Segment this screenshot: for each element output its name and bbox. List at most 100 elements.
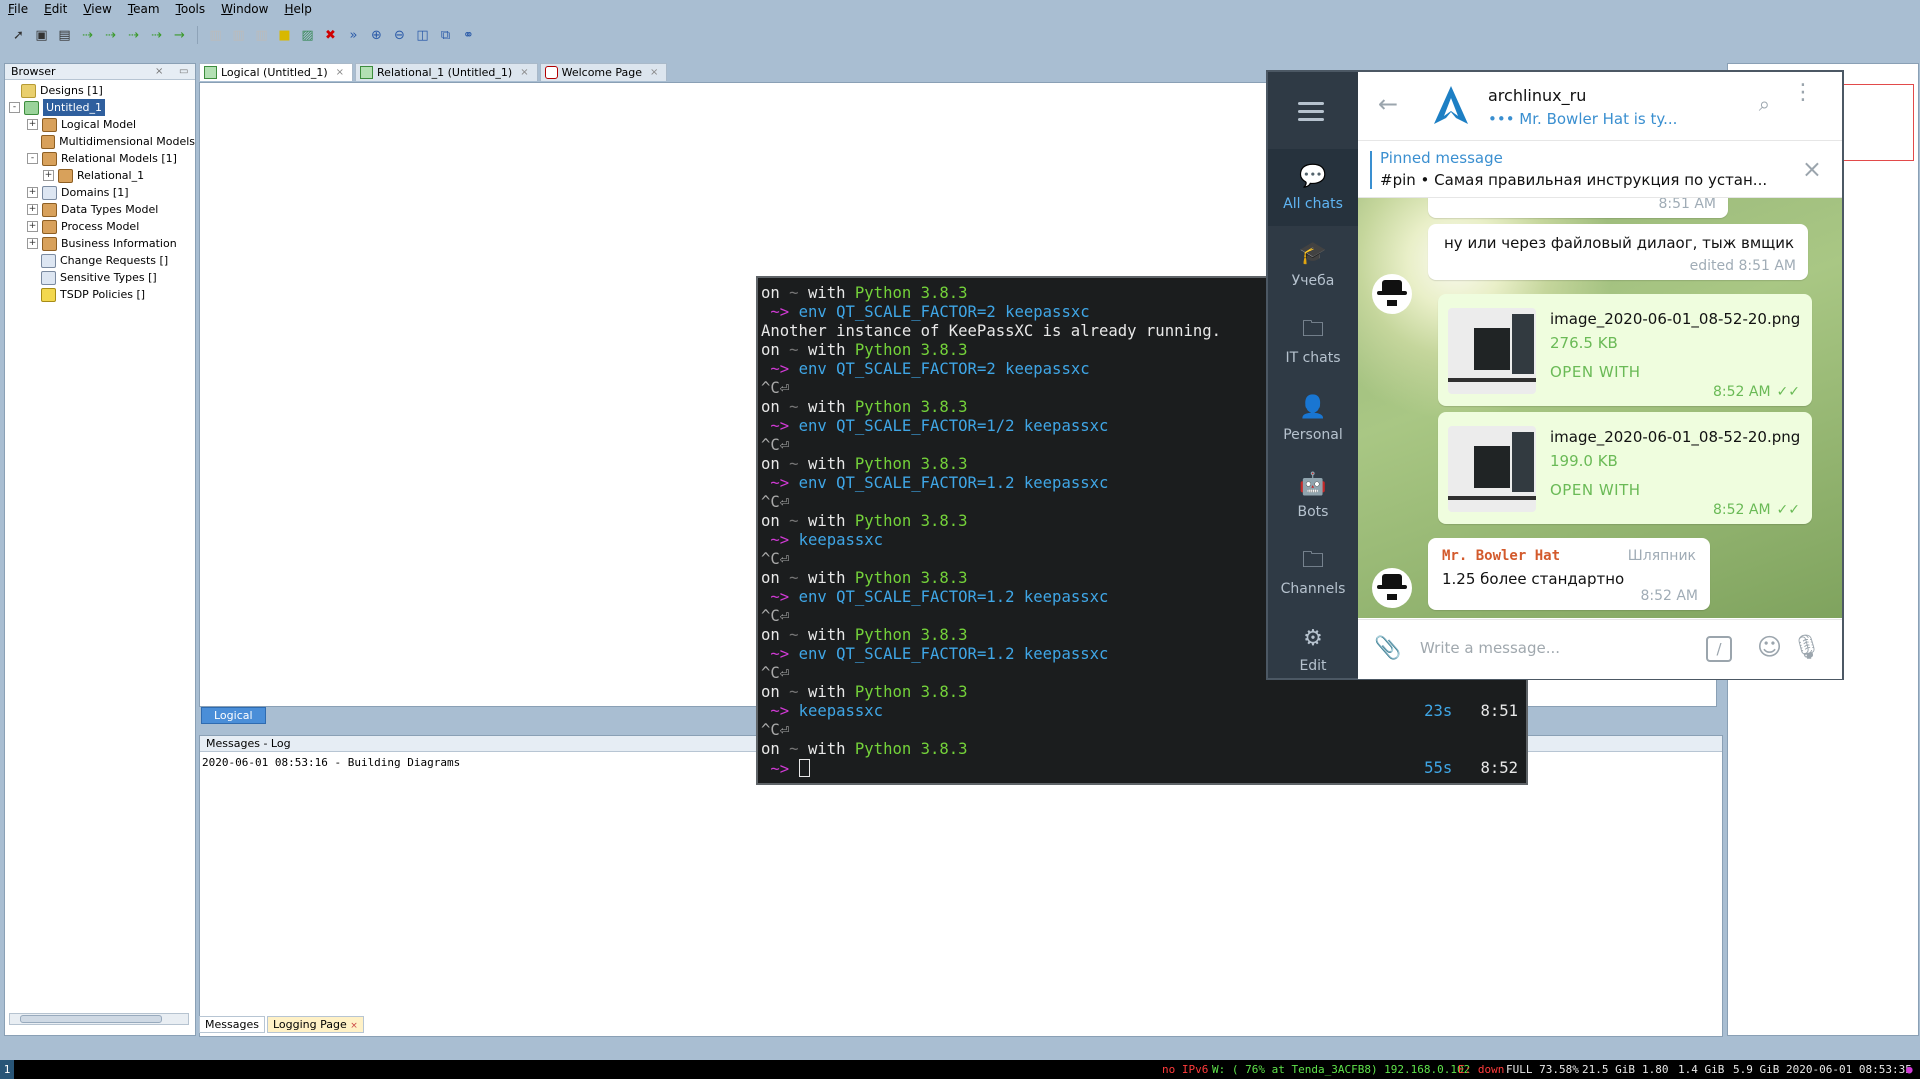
expand-icon[interactable]: + xyxy=(27,204,38,215)
menu-edit[interactable]: Edit xyxy=(36,0,75,18)
menu-team[interactable]: Team xyxy=(120,0,168,18)
expand-icon[interactable]: + xyxy=(27,119,38,130)
entity-icon[interactable]: ▣ xyxy=(33,27,50,44)
arrow-icon[interactable]: → xyxy=(171,27,188,44)
tab-messages[interactable]: Messages xyxy=(199,1016,265,1033)
file-thumbnail[interactable] xyxy=(1448,426,1536,512)
more-vert-icon[interactable]: ⋮ xyxy=(1792,82,1814,104)
microphone-icon[interactable]: 🎙 xyxy=(1792,633,1822,661)
back-arrow-icon[interactable]: ← xyxy=(1378,90,1398,118)
open-with-link[interactable]: OPEN WITH xyxy=(1550,481,1641,499)
tray-icon[interactable]: ● xyxy=(1906,1060,1913,1079)
zoom-in-icon[interactable]: ⊕ xyxy=(368,27,385,44)
folder-tab[interactable]: ⚙ Edit xyxy=(1268,611,1358,688)
tree-item[interactable]: + Process Model xyxy=(5,218,195,235)
chat-header: ← archlinux_ru ••• Mr. Bowler Hat is ty.… xyxy=(1358,72,1842,141)
tree-item[interactable]: TSDP Policies [] xyxy=(5,286,195,303)
folder-tab[interactable]: 👤 Personal xyxy=(1268,380,1358,457)
fit-icon[interactable]: ◫ xyxy=(414,27,431,44)
relation-1n-icon[interactable]: ⇢ xyxy=(79,27,96,44)
folder-tab[interactable]: 🗀 Channels xyxy=(1268,534,1358,611)
tree-item[interactable]: + Business Information xyxy=(5,235,195,252)
tab-logical[interactable]: Logical (Untitled_1) × xyxy=(199,63,354,81)
expand-icon[interactable]: + xyxy=(27,187,38,198)
close-icon[interactable]: × xyxy=(155,64,163,79)
tree-item[interactable]: + Relational_1 xyxy=(5,167,195,184)
attach-paperclip-icon[interactable]: 📎 xyxy=(1374,636,1401,661)
note-icon[interactable]: ■ xyxy=(276,27,293,44)
tree-item[interactable]: + Domains [1] xyxy=(5,184,195,201)
zoom-out-icon[interactable]: ⊖ xyxy=(391,27,408,44)
bot-command-icon[interactable]: / xyxy=(1706,636,1732,662)
open-with-link[interactable]: OPEN WITH xyxy=(1550,363,1641,381)
hamburger-menu-icon[interactable] xyxy=(1298,102,1324,126)
message-bubble[interactable]: Mr. Bowler Hat Шляпник 1.25 более станда… xyxy=(1428,538,1710,610)
expand-icon[interactable]: + xyxy=(27,221,38,232)
scrollbar-thumb[interactable] xyxy=(20,1015,162,1023)
relation-11-icon[interactable]: ⇢ xyxy=(102,27,119,44)
arch-logo-icon[interactable] xyxy=(1430,84,1472,126)
tree-item[interactable]: + Data Types Model xyxy=(5,201,195,218)
close-icon[interactable]: × xyxy=(1802,155,1822,183)
relation-1n-identifying-icon[interactable]: ⇢ xyxy=(148,27,165,44)
delete-icon[interactable]: ✖ xyxy=(322,27,339,44)
menu-tools[interactable]: Tools xyxy=(168,0,214,18)
tab-welcome-page[interactable]: Welcome Page × xyxy=(539,63,668,81)
image-icon[interactable]: ▨ xyxy=(299,27,316,44)
collapse-icon[interactable]: - xyxy=(9,102,20,113)
menu-view[interactable]: View xyxy=(75,0,119,18)
layout-icon[interactable]: ⧉ xyxy=(437,27,454,44)
file-thumbnail[interactable] xyxy=(1448,308,1536,394)
file-message[interactable]: image_2020-06-01_08-52-20.png 276.5 KB O… xyxy=(1438,294,1812,406)
pinned-message-bar[interactable]: Pinned message #pin • Самая правильная и… xyxy=(1358,141,1842,198)
tree-item[interactable]: - Relational Models [1] xyxy=(5,150,195,167)
expand-icon[interactable]: + xyxy=(43,170,54,181)
avatar[interactable] xyxy=(1372,568,1412,608)
close-icon[interactable]: × xyxy=(650,67,658,78)
prompt-on: on xyxy=(761,683,780,701)
menu-file[interactable]: File xyxy=(0,0,36,18)
folder-tab[interactable]: 💬 All chats xyxy=(1268,149,1358,226)
disabled-icon[interactable]: ▥ xyxy=(230,27,247,44)
chat-history[interactable]: 8:51 AM ну или через файловый дилаог, ты… xyxy=(1358,198,1842,618)
message-bubble[interactable]: 8:51 AM xyxy=(1428,198,1728,218)
menu-window[interactable]: Window xyxy=(213,0,276,18)
file-message[interactable]: image_2020-06-01_08-52-20.png 199.0 KB O… xyxy=(1438,412,1812,524)
tree-item[interactable]: + Logical Model xyxy=(5,116,195,133)
view-icon[interactable]: ▤ xyxy=(56,27,73,44)
pointer-icon[interactable]: ➚ xyxy=(10,27,27,44)
folder-tab[interactable]: 🗀 IT chats xyxy=(1268,303,1358,380)
disabled-icon[interactable]: ▥ xyxy=(253,27,270,44)
tab-logging-page[interactable]: Logging Page × xyxy=(266,1016,364,1033)
workspace-button[interactable]: 1 xyxy=(0,1060,14,1079)
close-icon[interactable]: × xyxy=(350,1021,358,1031)
close-icon[interactable]: × xyxy=(336,67,344,78)
relation-nm-icon[interactable]: ⇢ xyxy=(125,27,142,44)
horizontal-scrollbar[interactable] xyxy=(9,1013,189,1025)
minimize-icon[interactable]: ▭ xyxy=(179,64,188,79)
folder-tab[interactable]: 🤖 Bots xyxy=(1268,457,1358,534)
subtab-logical[interactable]: Logical xyxy=(201,707,266,724)
tree-item[interactable]: - Untitled_1 xyxy=(5,99,195,116)
tree-item[interactable]: Change Requests [] xyxy=(5,252,195,269)
disabled-icon[interactable]: ▥ xyxy=(207,27,224,44)
folder-tab[interactable]: 🎓 Учеба xyxy=(1268,226,1358,303)
menu-help[interactable]: Help xyxy=(276,0,319,18)
close-icon[interactable]: × xyxy=(520,67,528,78)
message-bubble[interactable]: ну или через файловый дилаог, тыж вмщик … xyxy=(1428,224,1808,280)
emoji-icon[interactable]: ☺ xyxy=(1757,633,1782,661)
expand-icon[interactable]: + xyxy=(27,238,38,249)
command-line: ~> keepassxc 23s 8:51 xyxy=(758,702,1526,721)
binoculars-icon[interactable]: ⚭ xyxy=(460,27,477,44)
tree-item[interactable]: Multidimensional Models xyxy=(5,133,195,150)
tab-label: Relational_1 (Untitled_1) xyxy=(377,66,513,79)
collapse-icon[interactable]: - xyxy=(27,153,38,164)
search-icon[interactable]: ⌕ xyxy=(1759,92,1770,116)
tree-item[interactable]: Designs [1] xyxy=(5,82,195,99)
sender-name[interactable]: Mr. Bowler Hat xyxy=(1442,548,1560,564)
tree-item[interactable]: Sensitive Types [] xyxy=(5,269,195,286)
avatar[interactable] xyxy=(1372,274,1412,314)
message-input[interactable] xyxy=(1418,638,1642,658)
forward-icon[interactable]: » xyxy=(345,27,362,44)
tab-relational[interactable]: Relational_1 (Untitled_1) × xyxy=(355,63,538,81)
